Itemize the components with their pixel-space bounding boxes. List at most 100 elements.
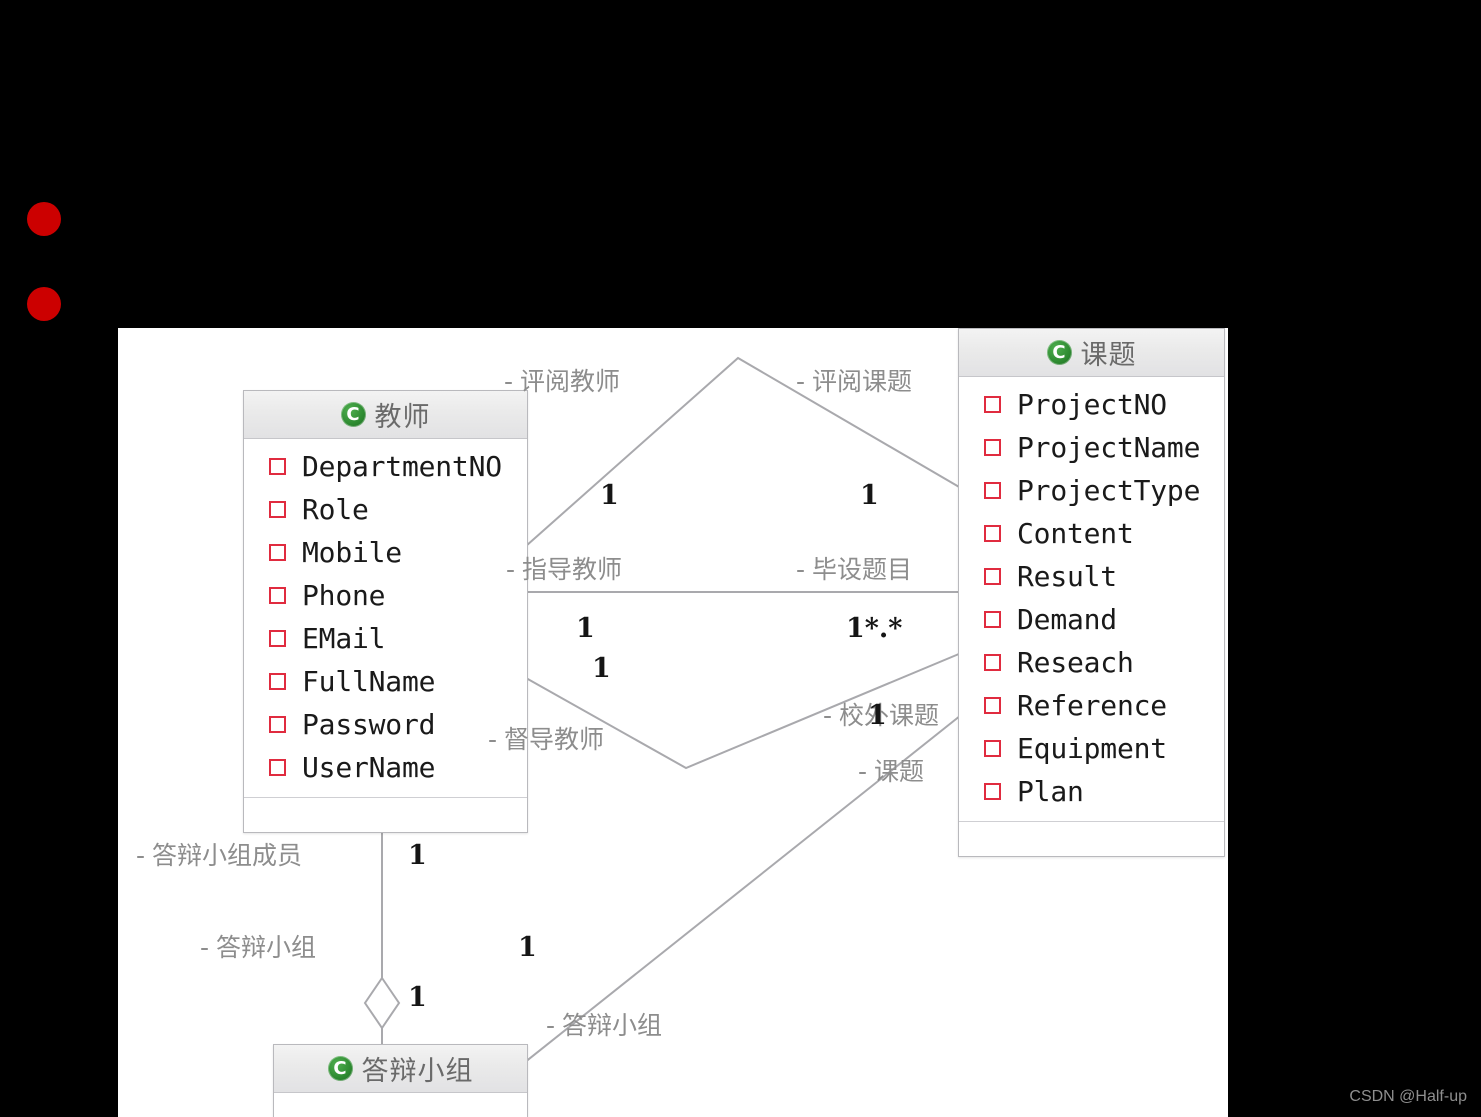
label-dash: - bbox=[823, 701, 833, 730]
class-title: 课题 bbox=[1080, 340, 1137, 371]
watermark: CSDN @Half-up bbox=[1349, 1088, 1467, 1105]
attribute-row[interactable]: Reference bbox=[959, 684, 1224, 727]
label-text: 答辩小组成员 bbox=[152, 841, 303, 870]
label-text: 答辩小组 bbox=[562, 1011, 663, 1040]
attribute-name: Mobile bbox=[302, 536, 402, 569]
attribute-row[interactable]: Role bbox=[244, 488, 527, 531]
attribute-name: Phone bbox=[302, 579, 386, 612]
class-header-teacher: C 教师 bbox=[244, 391, 527, 439]
attribute-name: Password bbox=[302, 708, 436, 741]
attribute-row[interactable]: FullName bbox=[244, 660, 527, 703]
association-label-advisor-teacher: - 指导教师 bbox=[506, 550, 622, 586]
attribute-name: ProjectName bbox=[1017, 431, 1201, 464]
label-dash: - bbox=[796, 555, 806, 584]
multiplicity-label: 1 bbox=[592, 653, 611, 684]
operations-compartment bbox=[244, 798, 527, 832]
label-text: 指导教师 bbox=[522, 555, 623, 584]
attribute-row[interactable]: Result bbox=[959, 555, 1224, 598]
attribute-row[interactable]: Plan bbox=[959, 770, 1224, 813]
attribute-marker-icon bbox=[269, 673, 286, 690]
multiplicity-label: 1 bbox=[868, 700, 887, 731]
label-dash: - bbox=[858, 757, 868, 786]
multiplicity-label: 1 bbox=[576, 613, 595, 644]
association-label-review-project: - 评阅课题 bbox=[796, 362, 912, 398]
attribute-marker-icon bbox=[984, 740, 1001, 757]
attribute-marker-icon bbox=[984, 568, 1001, 585]
class-box-defense-group[interactable]: C 答辩小组 bbox=[273, 1044, 528, 1117]
attribute-marker-icon bbox=[984, 697, 1001, 714]
multiplicity-label: 1*.* bbox=[846, 613, 903, 644]
class-header-project: C 课题 bbox=[959, 329, 1224, 377]
association-label-defense-group-member: - 答辩小组成员 bbox=[136, 836, 302, 872]
attribute-name: Content bbox=[1017, 517, 1134, 550]
attribute-marker-icon bbox=[269, 716, 286, 733]
aggregation-diamond bbox=[363, 976, 401, 1030]
attribute-marker-icon bbox=[984, 654, 1001, 671]
attribute-marker-icon bbox=[269, 630, 286, 647]
label-text: 评阅教师 bbox=[520, 367, 621, 396]
association-label-supervisor-teacher: - 督导教师 bbox=[488, 720, 604, 756]
attribute-marker-icon bbox=[984, 439, 1001, 456]
class-header-defense-group: C 答辩小组 bbox=[274, 1045, 527, 1093]
attribute-row[interactable]: ProjectName bbox=[959, 426, 1224, 469]
association-label-defense-group-upper: - 答辩小组 bbox=[200, 928, 316, 964]
bullet-marker-1 bbox=[27, 202, 61, 236]
attribute-row[interactable]: ProjectType bbox=[959, 469, 1224, 512]
attribute-list-teacher: DepartmentNO Role Mobile Phone EMail Ful… bbox=[244, 439, 527, 798]
attribute-row[interactable]: Reseach bbox=[959, 641, 1224, 684]
attribute-name: FullName bbox=[302, 665, 436, 698]
label-dash: - bbox=[200, 933, 210, 962]
label-dash: - bbox=[546, 1011, 556, 1040]
label-dash: - bbox=[488, 725, 498, 754]
attribute-row[interactable]: Phone bbox=[244, 574, 527, 617]
attribute-list-project: ProjectNO ProjectName ProjectType Conten… bbox=[959, 377, 1224, 822]
label-text: 督导教师 bbox=[504, 725, 605, 754]
attribute-marker-icon bbox=[984, 783, 1001, 800]
attribute-name: Reseach bbox=[1017, 646, 1134, 679]
attribute-row[interactable]: DepartmentNO bbox=[244, 445, 527, 488]
attribute-row[interactable]: ProjectNO bbox=[959, 383, 1224, 426]
label-dash: - bbox=[136, 841, 146, 870]
association-label-thesis-topic: - 毕设题目 bbox=[796, 550, 912, 586]
attribute-name: Demand bbox=[1017, 603, 1117, 636]
attribute-marker-icon bbox=[984, 396, 1001, 413]
multiplicity-label: 1 bbox=[860, 480, 879, 511]
attribute-marker-icon bbox=[269, 458, 286, 475]
multiplicity-label: 1 bbox=[408, 982, 427, 1013]
operations-compartment bbox=[959, 822, 1224, 856]
attribute-marker-icon bbox=[269, 759, 286, 776]
attribute-marker-icon bbox=[269, 544, 286, 561]
label-text: 校外课题 bbox=[839, 701, 940, 730]
attribute-marker-icon bbox=[984, 482, 1001, 499]
attribute-row[interactable]: Mobile bbox=[244, 531, 527, 574]
class-box-project[interactable]: C 课题 ProjectNO ProjectName ProjectType C… bbox=[958, 328, 1225, 857]
attribute-marker-icon bbox=[269, 501, 286, 518]
slide-canvas: C 教师 DepartmentNO Role Mobile Phone EMai… bbox=[0, 0, 1481, 1117]
class-title: 答辩小组 bbox=[361, 1056, 474, 1087]
attribute-row[interactable]: Equipment bbox=[959, 727, 1224, 770]
class-icon: C bbox=[327, 1056, 353, 1081]
label-text: 毕设题目 bbox=[812, 555, 913, 584]
attribute-marker-icon bbox=[984, 525, 1001, 542]
attribute-name: ProjectType bbox=[1017, 474, 1201, 507]
attribute-name: Equipment bbox=[1017, 732, 1167, 765]
attribute-row[interactable]: Demand bbox=[959, 598, 1224, 641]
class-icon: C bbox=[340, 402, 366, 427]
label-dash: - bbox=[796, 367, 806, 396]
class-icon: C bbox=[1046, 340, 1072, 365]
attribute-row[interactable]: Password bbox=[244, 703, 527, 746]
label-text: 评阅课题 bbox=[812, 367, 913, 396]
attribute-name: Reference bbox=[1017, 689, 1167, 722]
label-text: 答辩小组 bbox=[216, 933, 317, 962]
multiplicity-label: 1 bbox=[518, 932, 537, 963]
uml-diagram-panel: C 教师 DepartmentNO Role Mobile Phone EMai… bbox=[118, 328, 1228, 1117]
attribute-name: DepartmentNO bbox=[302, 450, 502, 483]
bullet-marker-2 bbox=[27, 287, 61, 321]
attribute-marker-icon bbox=[984, 611, 1001, 628]
attribute-name: EMail bbox=[302, 622, 386, 655]
class-box-teacher[interactable]: C 教师 DepartmentNO Role Mobile Phone EMai… bbox=[243, 390, 528, 833]
attribute-row[interactable]: UserName bbox=[244, 746, 527, 789]
attribute-name: Role bbox=[302, 493, 369, 526]
attribute-row[interactable]: Content bbox=[959, 512, 1224, 555]
attribute-row[interactable]: EMail bbox=[244, 617, 527, 660]
